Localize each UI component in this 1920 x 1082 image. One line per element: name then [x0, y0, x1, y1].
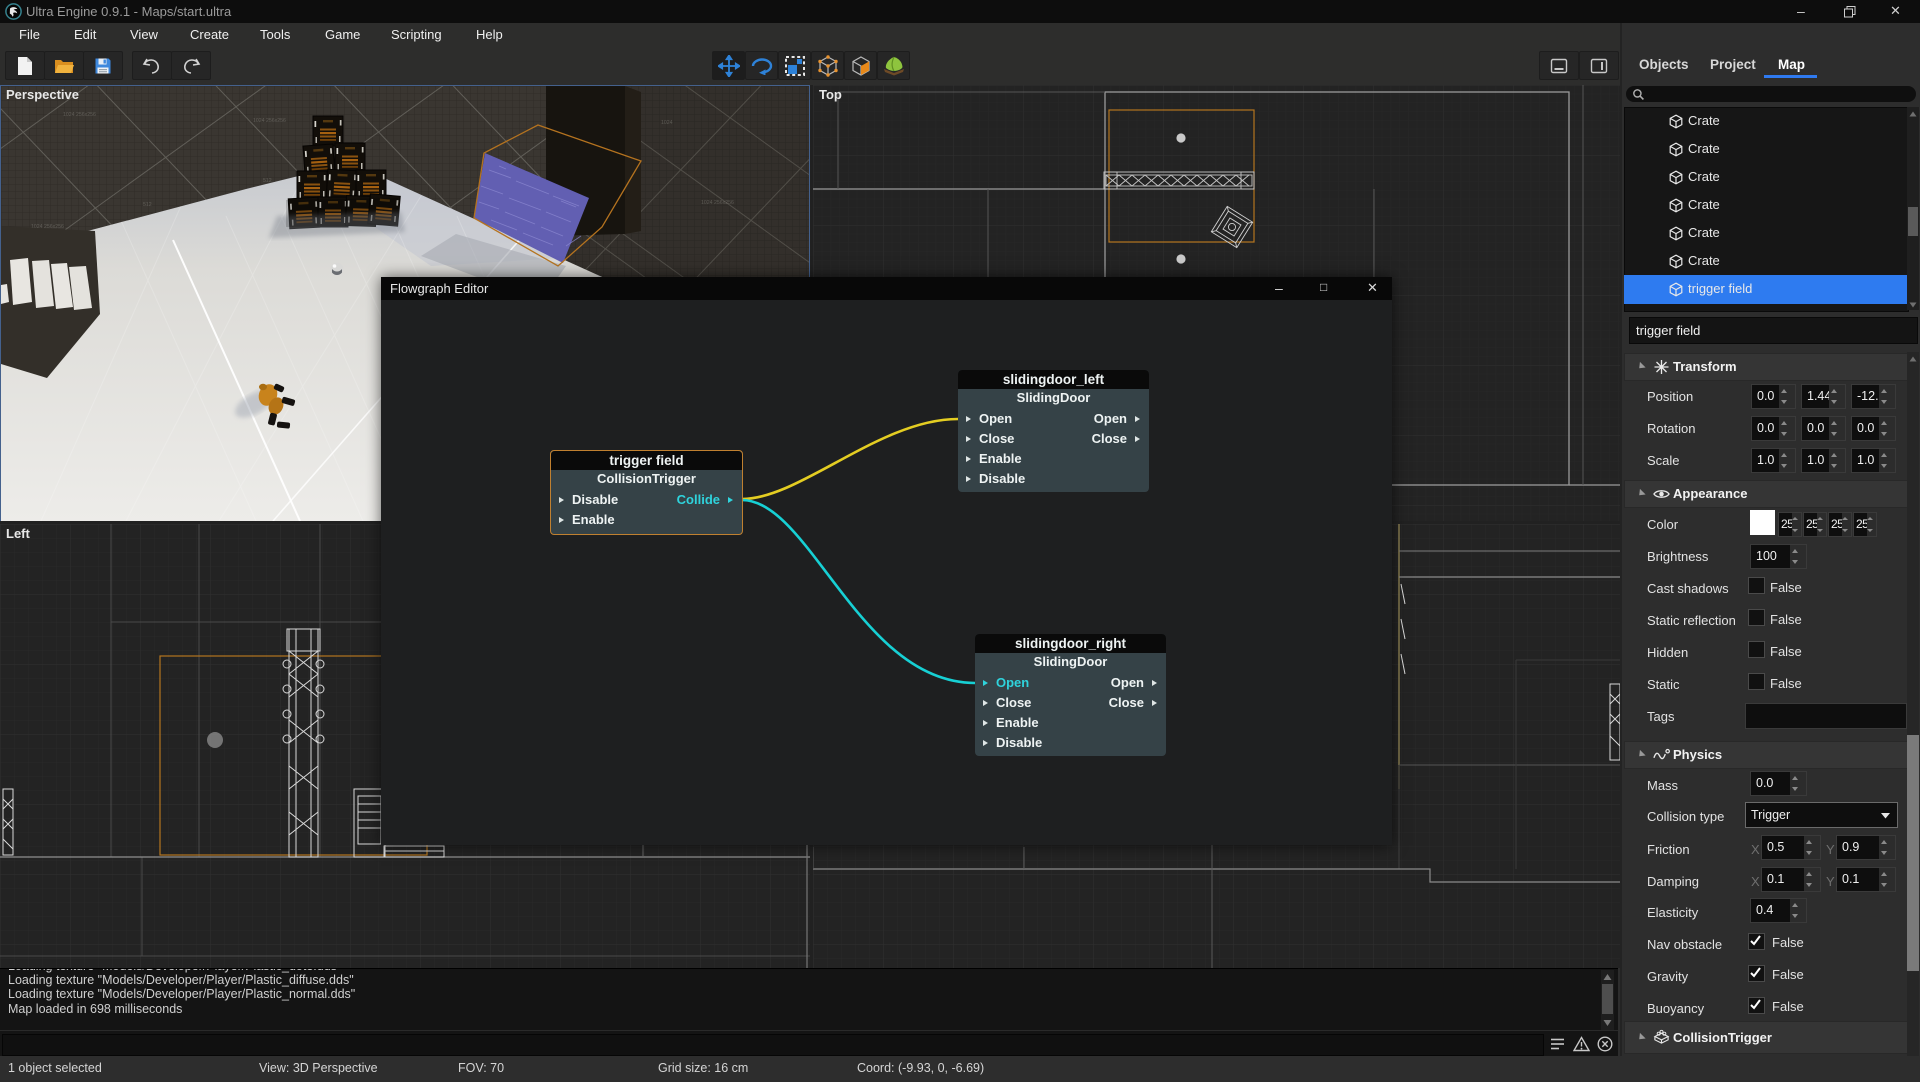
- svg-text:1024 256x256: 1024 256x256: [701, 200, 734, 206]
- svg-text:1024 256x256: 1024 256x256: [253, 118, 286, 124]
- svg-text:512: 512: [143, 202, 152, 208]
- svg-text:1024: 1024: [661, 120, 673, 126]
- svg-text:1024 256x256: 1024 256x256: [63, 112, 96, 118]
